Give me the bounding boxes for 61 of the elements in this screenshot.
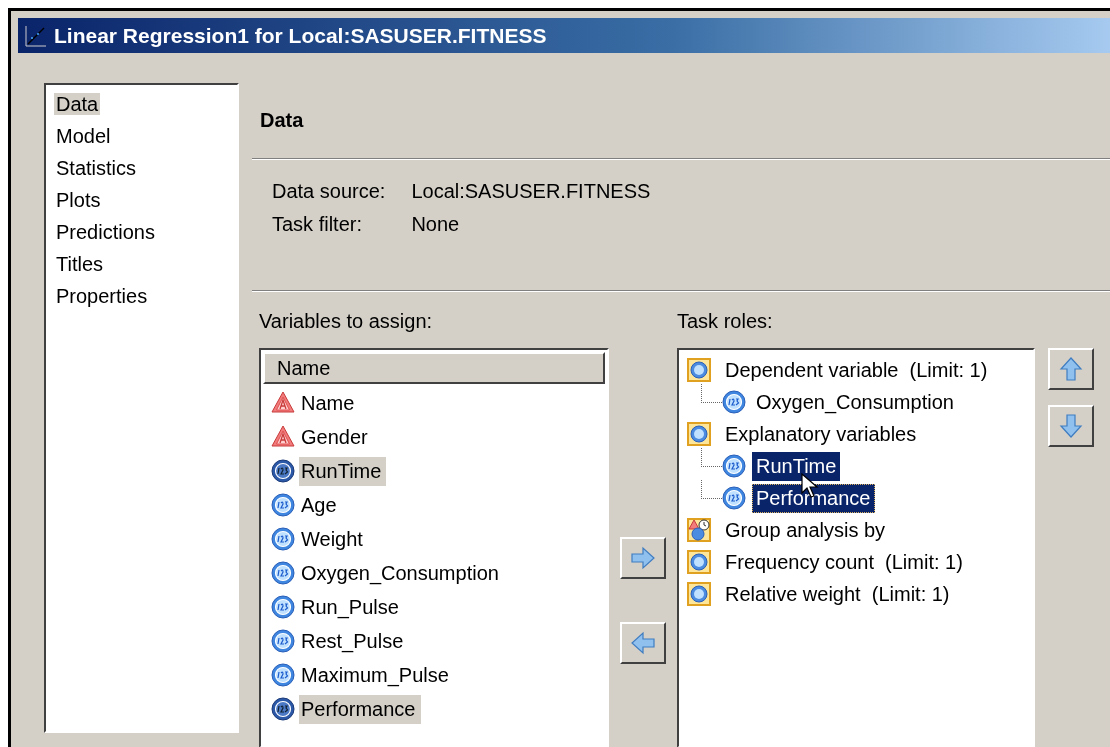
nav-item[interactable]: Statistics	[54, 157, 139, 179]
nav-item[interactable]: Data	[54, 93, 101, 115]
numeric-variable-icon	[271, 629, 295, 653]
nav-item[interactable]: Model	[54, 125, 113, 147]
variables-label: Variables to assign:	[259, 310, 433, 333]
numeric-variable-icon	[271, 493, 295, 517]
nav-item[interactable]: Titles	[54, 253, 106, 275]
numeric-variable-icon	[271, 527, 295, 551]
character-variable-icon	[271, 425, 295, 449]
add-button[interactable]	[620, 537, 666, 579]
left-arrow-icon	[630, 630, 656, 656]
section-title: Data	[260, 109, 304, 132]
variable-item[interactable]: Name	[299, 388, 360, 418]
task-role[interactable]: Frequency count (Limit: 1)	[725, 550, 963, 574]
variable-item[interactable]: Performance	[299, 694, 421, 724]
numeric-variable-icon	[271, 595, 295, 619]
variable-item[interactable]: Oxygen_Consumption	[299, 558, 504, 588]
numeric-variable-icon	[271, 697, 295, 721]
numeric-variable-icon	[722, 486, 746, 510]
app-icon	[24, 23, 48, 48]
info-label: Task filter:	[272, 213, 364, 236]
assigned-variable[interactable]: RunTime	[752, 451, 841, 481]
window-title: Linear Regression1 for Local:SASUSER.FITNESS	[54, 23, 547, 48]
variable-item[interactable]: Weight	[299, 524, 368, 554]
task-role[interactable]: Explanatory variables	[725, 422, 917, 446]
numeric-variable-icon	[271, 561, 295, 585]
assigned-variable[interactable]: Oxygen_Consumption	[752, 387, 958, 417]
info-value: Local:SASUSER.FITNESS	[411, 180, 652, 203]
nav-item[interactable]: Predictions	[54, 221, 157, 243]
variable-item[interactable]: Rest_Pulse	[299, 626, 409, 656]
move-down-button[interactable]	[1048, 405, 1094, 447]
numeric-variable-icon	[271, 663, 295, 687]
remove-button[interactable]	[620, 622, 666, 664]
variable-item[interactable]: Run_Pulse	[299, 592, 404, 622]
numeric-variable-icon	[722, 454, 746, 478]
nav-item[interactable]: Plots	[54, 189, 103, 211]
variable-item[interactable]: RunTime	[299, 456, 387, 486]
task-role[interactable]: Relative weight (Limit: 1)	[725, 582, 950, 606]
character-variable-icon	[271, 391, 295, 415]
variable-item[interactable]: Maximum_Pulse	[299, 660, 454, 690]
nav-item[interactable]: Properties	[54, 285, 150, 307]
numeric-variable-icon	[271, 459, 295, 483]
task-role[interactable]: Group analysis by	[725, 518, 886, 542]
variable-item[interactable]: Gender	[299, 422, 373, 452]
info-value: None	[411, 213, 461, 236]
role-numeric-icon	[687, 550, 711, 574]
variable-item[interactable]: Age	[299, 490, 342, 520]
assigned-variable[interactable]: Performance	[752, 483, 875, 513]
up-arrow-icon	[1058, 356, 1084, 382]
column-header[interactable]: Name	[263, 352, 605, 384]
task-roles-label: Task roles:	[677, 310, 773, 333]
role-numeric-icon	[687, 358, 711, 382]
role-numeric-icon	[687, 422, 711, 446]
group-role-icon	[687, 518, 711, 542]
numeric-variable-icon	[722, 390, 746, 414]
right-arrow-icon	[630, 545, 656, 571]
move-up-button[interactable]	[1048, 348, 1094, 390]
down-arrow-icon	[1058, 413, 1084, 439]
role-numeric-icon	[687, 582, 711, 606]
info-label: Data source:	[272, 180, 386, 203]
task-role[interactable]: Dependent variable (Limit: 1)	[725, 358, 988, 382]
